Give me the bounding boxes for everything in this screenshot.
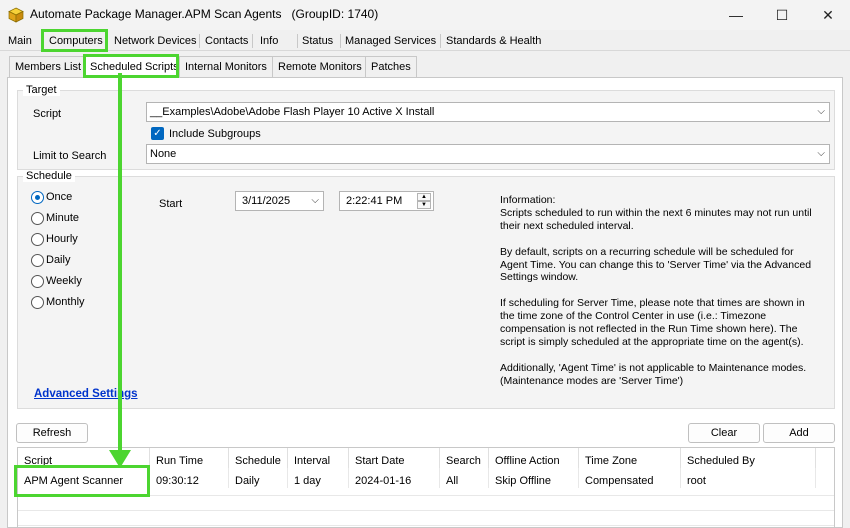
chevron-down-icon: ⌵: [817, 148, 825, 159]
script-select[interactable]: __Examples\Adobe\Adobe Flash Player 10 A…: [146, 102, 830, 122]
script-label: Script: [33, 108, 62, 120]
radio-daily[interactable]: [31, 254, 44, 267]
maximize-button[interactable]: ☐: [759, 0, 805, 30]
schedule-group-label: Schedule: [23, 170, 75, 182]
main-tab-bar: Main Computers Network Devices Contacts …: [0, 31, 850, 51]
close-button[interactable]: ✕: [805, 0, 850, 30]
radio-once[interactable]: [31, 191, 44, 204]
tab-contacts[interactable]: Contacts: [201, 31, 252, 51]
subtab-remote-monitors[interactable]: Remote Monitors: [272, 56, 368, 77]
script-select-value: __Examples\Adobe\Adobe Flash Player 10 A…: [150, 106, 435, 118]
radio-daily-label: Daily: [46, 254, 71, 266]
table-cell-search[interactable]: All: [440, 468, 489, 488]
subtab-patches[interactable]: Patches: [365, 56, 417, 77]
table-cell-interval[interactable]: 1 day: [288, 468, 349, 488]
tab-status[interactable]: Status: [298, 31, 337, 51]
app-icon: [8, 7, 24, 23]
table-cell-start-date[interactable]: 2024-01-16: [349, 468, 440, 488]
minimize-button[interactable]: —: [713, 0, 759, 30]
limit-to-search-value: None: [150, 148, 177, 160]
window-title-text: Automate Package Manager.APM Scan Agents: [30, 7, 282, 21]
radio-hourly-label: Hourly: [46, 233, 78, 245]
radio-monthly[interactable]: [31, 296, 44, 309]
time-down-arrow-icon[interactable]: ▼: [417, 201, 431, 209]
subtab-internal-monitors[interactable]: Internal Monitors: [179, 56, 273, 77]
start-date-picker[interactable]: 3/11/2025 ⌵: [235, 191, 324, 211]
start-time-value: 2:22:41 PM: [346, 195, 403, 207]
time-up-arrow-icon[interactable]: ▲: [417, 193, 431, 201]
add-button[interactable]: Add: [763, 423, 835, 443]
radio-weekly[interactable]: [31, 275, 44, 288]
tab-network-devices[interactable]: Network Devices: [110, 31, 201, 51]
highlight-box-computers: [41, 29, 108, 52]
start-date-value: 3/11/2025: [242, 195, 291, 207]
tab-standards-health[interactable]: Standards & Health: [442, 31, 545, 51]
table-cell-offline-action[interactable]: Skip Offline: [489, 468, 579, 488]
row-divider: [18, 525, 834, 526]
clear-button[interactable]: Clear: [688, 423, 760, 443]
radio-minute[interactable]: [31, 212, 44, 225]
row-divider: [18, 510, 834, 511]
subtab-members-list[interactable]: Members List: [9, 56, 88, 77]
radio-weekly-label: Weekly: [46, 275, 82, 287]
include-subgroups-label: Include Subgroups: [169, 128, 261, 140]
tab-separator: [440, 34, 441, 48]
tab-info[interactable]: Info: [256, 31, 282, 51]
refresh-button[interactable]: Refresh: [16, 423, 88, 443]
annotation-arrow-icon: [109, 73, 131, 468]
table-cell-scheduled-by[interactable]: root: [681, 468, 816, 488]
chevron-down-icon: ⌵: [311, 195, 319, 206]
start-label: Start: [159, 198, 183, 210]
radio-minute-label: Minute: [46, 212, 80, 224]
information-text: Information: Scripts scheduled to run wi…: [500, 194, 812, 387]
radio-once-label: Once: [46, 191, 73, 203]
radio-monthly-label: Monthly: [46, 296, 85, 308]
chevron-down-icon: ⌵: [817, 106, 825, 117]
title-bar: Automate Package Manager.APM Scan Agents…: [0, 0, 850, 30]
table-cell-schedule[interactable]: Daily: [229, 468, 288, 488]
limit-to-search-label: Limit to Search: [33, 150, 107, 162]
limit-to-search-select[interactable]: None ⌵: [146, 144, 830, 164]
window-title: Automate Package Manager.APM Scan Agents…: [30, 7, 378, 21]
tab-separator: [252, 34, 253, 48]
tab-main[interactable]: Main: [4, 31, 36, 51]
tab-separator: [199, 34, 200, 48]
group-id: (GroupID: 1740): [291, 7, 379, 21]
tab-managed-services[interactable]: Managed Services: [341, 31, 440, 51]
radio-hourly[interactable]: [31, 233, 44, 246]
table-cell-run-time[interactable]: 09:30:12: [150, 468, 229, 488]
target-group-label: Target: [23, 84, 60, 96]
table-cell-time-zone[interactable]: Compensated: [579, 468, 681, 488]
include-subgroups-checkbox[interactable]: ✓: [151, 127, 164, 140]
